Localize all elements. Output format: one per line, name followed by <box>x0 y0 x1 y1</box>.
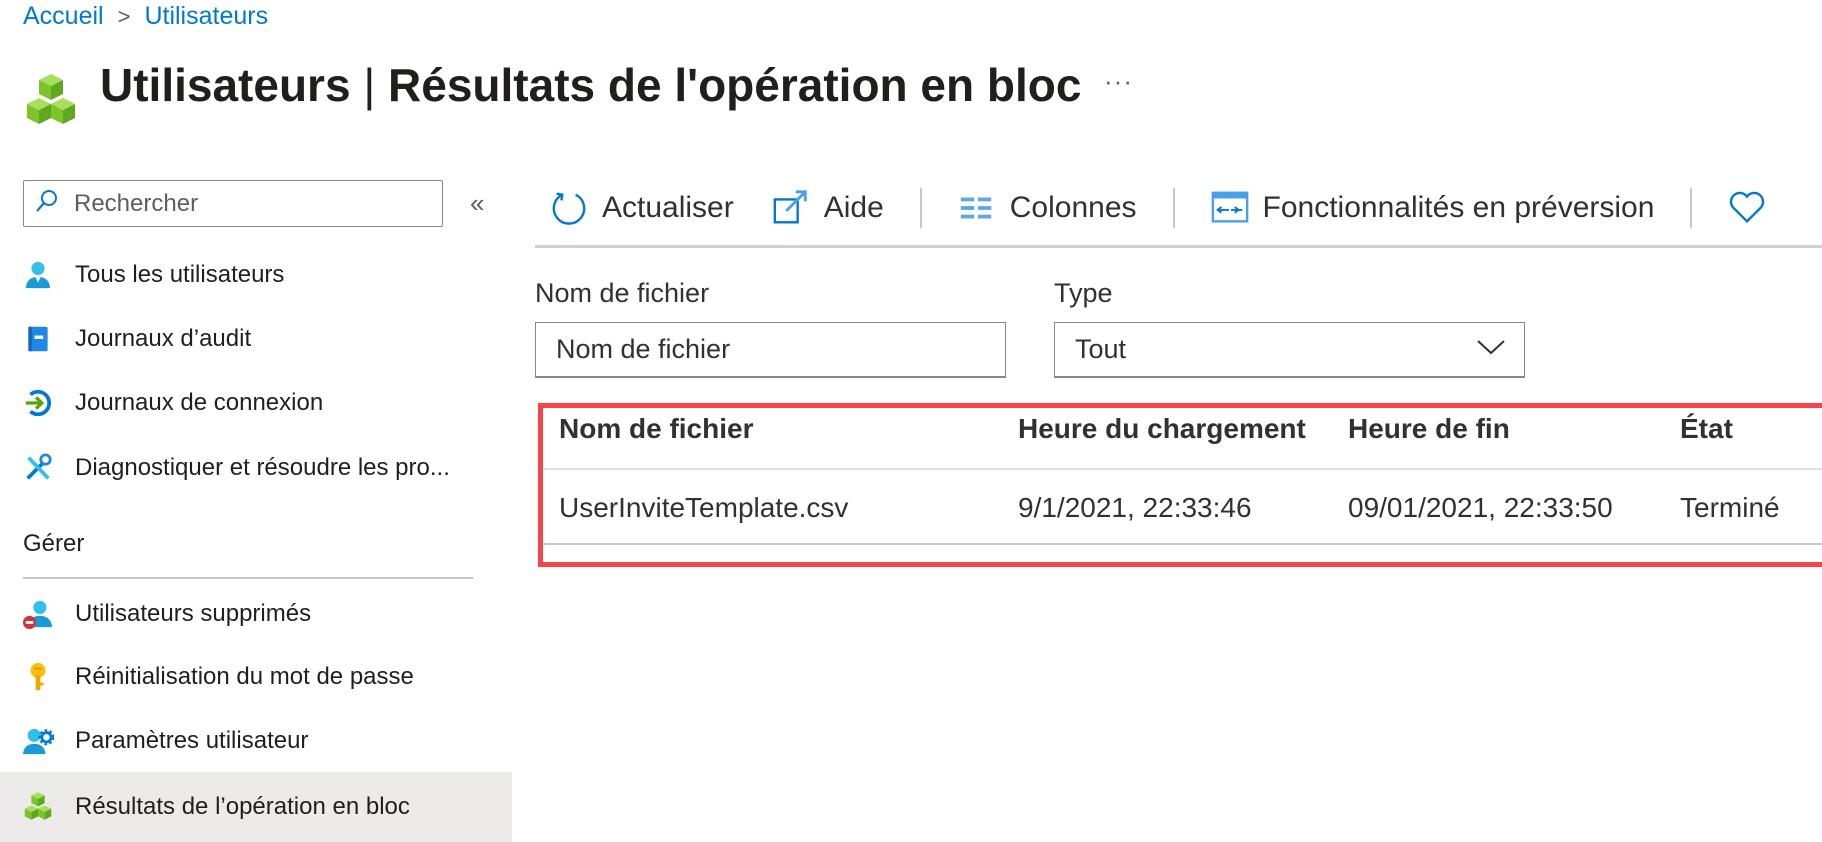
toolbar-divider <box>1690 188 1693 228</box>
columns-icon <box>956 187 998 229</box>
deleted-user-icon <box>22 598 54 630</box>
sign-in-icon <box>22 387 54 419</box>
page-title-main: Utilisateurs <box>100 59 351 111</box>
filename-filter-label: Nom de fichier <box>535 278 710 308</box>
filename-filter-input[interactable] <box>535 322 1006 378</box>
type-filter-value: Tout <box>1075 334 1127 364</box>
refresh-label: Actualiser <box>602 191 734 224</box>
refresh-icon <box>548 187 590 229</box>
sidebar-item-password-reset[interactable]: Réinitialisation du mot de passe <box>0 645 512 709</box>
tools-icon <box>22 452 54 484</box>
more-options-button[interactable]: ··· <box>1104 66 1133 97</box>
key-icon <box>22 661 54 693</box>
breadcrumb: Accueil > Utilisateurs <box>23 2 268 31</box>
sidebar-search[interactable] <box>23 180 443 227</box>
type-filter-label: Type <box>1054 278 1113 308</box>
sidebar-item-deleted-users[interactable]: Utilisateurs supprimés <box>0 582 512 646</box>
user-icon <box>22 259 54 291</box>
toolbar-divider <box>1172 188 1175 228</box>
help-label: Aide <box>823 191 884 224</box>
highlight-annotation-box <box>538 403 1822 567</box>
page-title-sub: Résultats de l'opération en bloc <box>388 59 1082 111</box>
preview-features-button[interactable]: Fonctionnalités en préversion <box>1209 187 1655 229</box>
preview-features-label: Fonctionnalités en préversion <box>1262 191 1655 224</box>
refresh-button[interactable]: Actualiser <box>548 187 734 229</box>
feedback-button[interactable] <box>1726 187 1768 229</box>
section-title-manage: Gérer <box>23 530 85 557</box>
sidebar-item-user-settings[interactable]: Paramètres utilisateur <box>0 709 512 773</box>
page-title: Utilisateurs | Résultats de l'opération … <box>100 58 1081 112</box>
sidebar-item-bulk-results[interactable]: Résultats de l’opération en bloc <box>0 772 512 842</box>
columns-label: Colonnes <box>1009 191 1137 224</box>
toolbar-divider-line <box>535 245 1822 248</box>
sidebar-item-diagnose[interactable]: Diagnostiquer et résoudre les pro... <box>0 436 512 500</box>
sidebar-item-label: Tous les utilisateurs <box>75 261 285 288</box>
sidebar-item-label: Paramètres utilisateur <box>75 727 309 754</box>
page-title-separator: | <box>363 59 376 111</box>
preview-features-icon <box>1209 187 1251 229</box>
breadcrumb-separator: > <box>117 3 131 29</box>
type-filter-dropdown[interactable]: Tout <box>1054 322 1525 378</box>
breadcrumb-users-link[interactable]: Utilisateurs <box>144 2 268 31</box>
sidebar-item-audit-logs[interactable]: Journaux d’audit <box>0 307 512 371</box>
user-settings-icon <box>22 725 54 757</box>
sidebar-search-input[interactable] <box>74 189 434 218</box>
search-icon <box>34 188 60 219</box>
sidebar-item-label: Résultats de l’opération en bloc <box>75 793 410 820</box>
sidebar-item-label: Réinitialisation du mot de passe <box>75 663 414 690</box>
heart-icon <box>1726 187 1768 229</box>
cubes-icon <box>22 791 54 823</box>
columns-button[interactable]: Colonnes <box>956 187 1137 229</box>
sidebar-item-sign-in-logs[interactable]: Journaux de connexion <box>0 371 512 435</box>
breadcrumb-home-link[interactable]: Accueil <box>23 2 104 31</box>
sidebar-item-label: Journaux d’audit <box>75 325 252 352</box>
cubes-icon <box>22 72 80 130</box>
external-link-icon <box>770 187 812 229</box>
section-divider <box>23 577 473 579</box>
help-button[interactable]: Aide <box>770 187 884 229</box>
book-icon <box>22 323 54 355</box>
chevron-down-icon <box>1476 337 1506 362</box>
command-bar: Actualiser Aide Colonnes Fonctionnalités… <box>548 180 1804 236</box>
sidebar-item-label: Diagnostiquer et résoudre les pro... <box>75 454 450 481</box>
sidebar-item-label: Utilisateurs supprimés <box>75 600 312 627</box>
toolbar-divider <box>919 188 922 228</box>
sidebar-item-all-users[interactable]: Tous les utilisateurs <box>0 243 512 307</box>
collapse-sidebar-button[interactable]: « <box>470 188 484 219</box>
sidebar-item-label: Journaux de connexion <box>75 389 324 416</box>
